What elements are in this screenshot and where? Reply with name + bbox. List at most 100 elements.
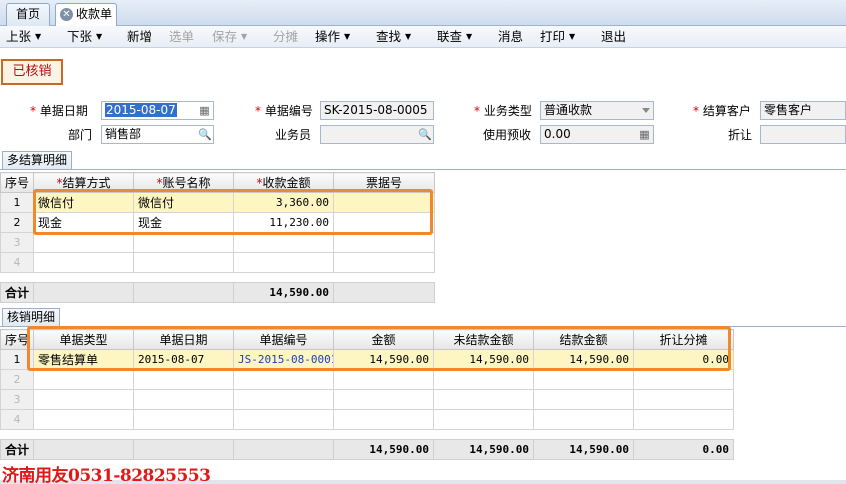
operate-button[interactable]: 操作 ▼ [315,29,350,45]
voucher-no-field[interactable]: SK-2015-08-0005 [320,101,434,120]
cell-method[interactable]: 微信付 [33,192,134,213]
magnifier-icon[interactable]: 🔍 [418,128,432,141]
magnifier-icon[interactable]: 🔍 [198,128,212,141]
calculator-icon[interactable]: ▦ [638,128,651,141]
cell-type[interactable]: 零售结算单 [33,349,134,370]
row-index: 1 [0,349,34,370]
biz-type-select[interactable]: 普通收款 [540,101,654,120]
customer-field[interactable]: 零售客户 [760,101,846,120]
chevron-down-icon[interactable] [642,108,650,113]
cell-method[interactable] [33,232,134,253]
calendar-icon[interactable]: ▦ [198,104,211,117]
cell-date[interactable] [133,389,234,410]
cell-amount[interactable] [333,409,434,430]
cell-unpaid[interactable] [433,389,534,410]
section-divider [0,169,846,170]
cell-amount[interactable]: 14,590.00 [333,349,434,370]
cell-bill[interactable] [333,252,435,273]
prepay-label: 使用预收 [483,128,532,142]
prev-button[interactable]: 上张 ▼ [6,29,41,45]
linked-query-button[interactable]: 联查 ▼ [437,29,472,45]
cell-voucher-link[interactable]: JS-2015-08-0001 [233,349,334,370]
cell-paid[interactable]: 14,590.00 [533,349,634,370]
dept-field[interactable]: 销售部 🔍 [101,125,214,144]
cell-discount[interactable] [633,369,734,390]
cell-amount[interactable] [233,252,334,273]
close-icon[interactable]: ✕ [60,8,73,21]
select-button[interactable]: 选单 [169,29,194,45]
cell-date[interactable]: 2015-08-07 [133,349,234,370]
dept-value: 销售部 [105,127,142,141]
cell-type[interactable] [33,409,134,430]
print-button[interactable]: 打印 ▼ [540,29,575,45]
allocate-button[interactable]: 分摊 [273,29,298,45]
cell-date[interactable] [133,369,234,390]
staff-field[interactable]: 🔍 [320,125,434,144]
discount-field[interactable] [760,125,846,144]
row-index: 3 [0,389,34,410]
table-row[interactable]: 3 [0,232,435,253]
tab-writeoff-detail[interactable]: 核销明细 [2,308,61,326]
cell-method[interactable]: 现金 [33,212,134,233]
cell-type[interactable] [33,369,134,390]
cell-discount[interactable] [633,409,734,430]
customer-label: * 结算客户 [693,104,751,118]
chevron-down-icon: ▼ [344,32,351,41]
cell-method[interactable] [33,252,134,273]
chevron-down-icon: ▼ [569,32,576,41]
spacer-row [0,429,734,440]
cell-type[interactable] [33,389,134,410]
table-row[interactable]: 2 [0,369,734,390]
find-button[interactable]: 查找 ▼ [376,29,411,45]
tab-receipt[interactable]: ✕ 收款单 [55,3,117,27]
cell-no[interactable] [233,409,334,430]
cell-amount[interactable]: 11,230.00 [233,212,334,233]
message-button[interactable]: 消息 [498,29,523,45]
add-button[interactable]: 新增 [127,29,152,45]
find-label: 查找 [376,29,402,44]
cell-no[interactable] [233,369,334,390]
table-row[interactable]: 4 [0,252,435,273]
cell-amount[interactable] [333,389,434,410]
cell-no[interactable] [233,389,334,410]
cell-account[interactable] [133,232,234,253]
col-header-amount: 金额 [333,329,434,350]
cell-paid[interactable] [533,389,634,410]
receipt-voucher-window: 首页 ✕ 收款单 上张 ▼ 下张 ▼ 新增 选单 保存 ▼ 分摊 操作 ▼ 查找 ▼ 联查… [0,0,846,484]
table-row[interactable]: 1 零售结算单 2015-08-07 JS-2015-08-0001 14,59… [0,349,734,370]
cell-account[interactable] [133,252,234,273]
cell-date[interactable] [133,409,234,430]
exit-button[interactable]: 退出 [601,29,626,45]
cell-discount[interactable] [633,389,734,410]
cell-bill[interactable] [333,192,435,213]
col-header-date: 单据日期 [133,329,234,350]
cell-account[interactable]: 微信付 [133,192,234,213]
date-field[interactable]: 2015-08-07 ▦ [101,101,214,120]
table-row[interactable]: 1 微信付 微信付 3,360.00 [0,192,435,213]
cell-unpaid[interactable] [433,369,534,390]
tab-settlement-detail[interactable]: 多结算明细 [2,151,73,169]
table-row[interactable]: 3 [0,389,734,410]
cell-paid[interactable] [533,409,634,430]
cell-bill[interactable] [333,232,435,253]
prepay-field[interactable]: 0.00 ▦ [540,125,654,144]
cell-amount[interactable] [333,369,434,390]
cell-amount[interactable]: 3,360.00 [233,192,334,213]
table-row[interactable]: 4 [0,409,734,430]
table-row[interactable]: 2 现金 现金 11,230.00 [0,212,435,233]
cell-paid[interactable] [533,369,634,390]
save-button[interactable]: 保存 ▼ [212,29,247,45]
total-amount: 14,590.00 [233,282,334,303]
next-button[interactable]: 下张 ▼ [67,29,102,45]
cell-bill[interactable] [333,212,435,233]
tab-home[interactable]: 首页 [6,3,50,26]
cell-account[interactable]: 现金 [133,212,234,233]
cell-unpaid[interactable] [433,409,534,430]
cell-amount[interactable] [233,232,334,253]
grid-header-row: 序号 单据类型 单据日期 单据编号 金额 未结款金额 结款金额 折让分摊 [0,329,734,350]
settlement-grid: 序号 *结算方式 *账号名称 *收款金额 票据号 1 微信付 微信付 3,360… [0,172,435,303]
total-row: 合计 14,590.00 [0,282,435,303]
cell-unpaid[interactable]: 14,590.00 [433,349,534,370]
cell-discount[interactable]: 0.00 [633,349,734,370]
total-amount: 14,590.00 [333,439,434,460]
